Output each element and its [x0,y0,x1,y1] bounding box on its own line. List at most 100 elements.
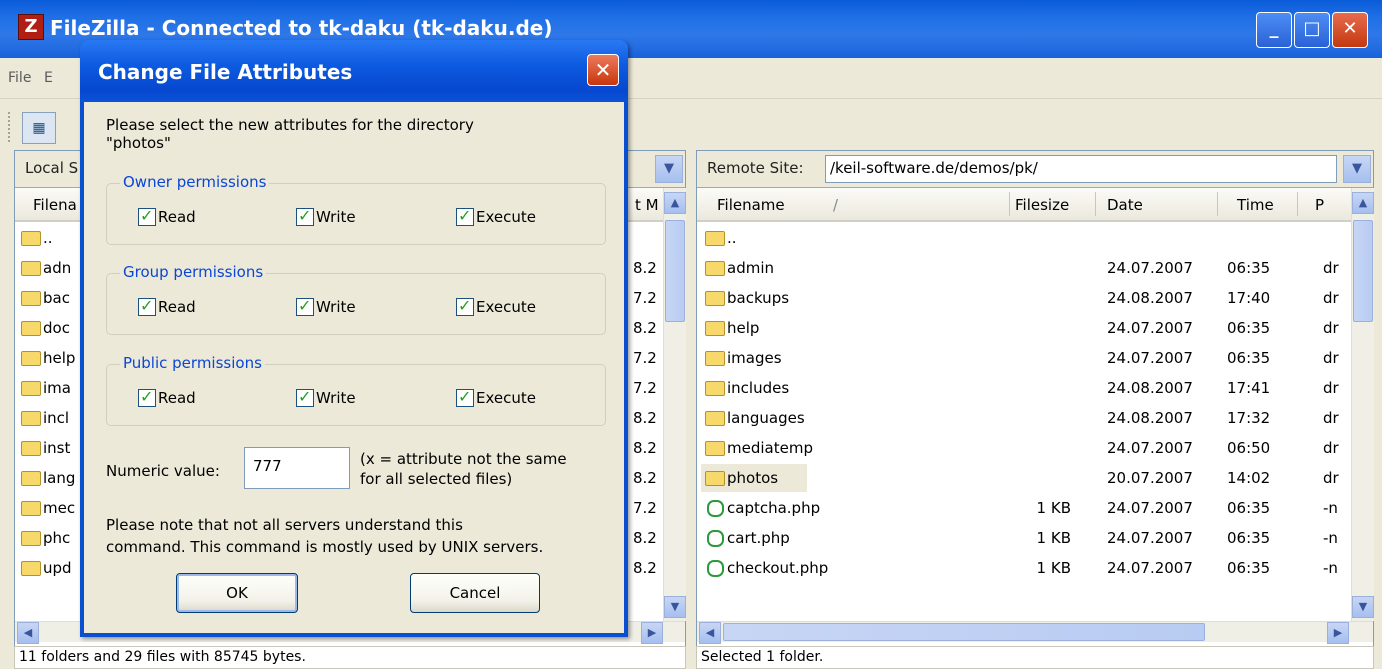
file-date: 24.07.2007 [1107,349,1193,367]
table-row[interactable]: backups 24.08.2007 17:40 dr [697,283,1351,313]
scroll-left-icon[interactable]: ◀ [699,622,721,644]
minimize-icon[interactable]: _ [1256,12,1292,48]
folder-icon [21,381,41,396]
owner-read-checkbox[interactable] [138,206,156,226]
numeric-value-field[interactable]: 777 [244,447,350,489]
table-row[interactable]: captcha.php 1 KB 24.07.2007 06:35 -n [697,493,1351,523]
toolbar-grip[interactable] [8,112,13,142]
remote-col-date[interactable]: Date [1107,196,1143,214]
remote-path-field[interactable]: /keil-software.de/demos/pk/ [825,155,1337,183]
folder-icon [705,291,725,306]
file-permissions: dr [1323,469,1339,487]
scroll-thumb[interactable] [665,220,685,322]
scroll-up-icon[interactable]: ▲ [1352,192,1374,214]
folder-icon [21,261,41,276]
file-date: 24.08.2007 [1107,379,1193,397]
owner-execute-checkbox[interactable] [456,206,474,226]
dialog-intro-line2: "photos" [106,134,171,152]
local-vertical-scrollbar[interactable]: ▲ ▼ [663,188,686,621]
column-divider[interactable] [1009,192,1010,216]
column-divider[interactable] [1297,192,1298,216]
file-modified: 7.2 [633,499,657,517]
public-write-label[interactable]: Write [316,389,356,407]
table-row[interactable]: mediatemp 24.07.2007 06:50 dr [697,433,1351,463]
local-col-modified[interactable]: t M [635,196,659,214]
file-time: 06:35 [1227,559,1271,577]
scroll-down-icon[interactable]: ▼ [664,596,686,618]
public-execute-label[interactable]: Execute [476,389,536,407]
scroll-right-icon[interactable]: ▶ [641,622,663,644]
filezilla-app-icon: Z [18,14,44,40]
remote-col-time[interactable]: Time [1237,196,1274,214]
table-row[interactable]: languages 24.08.2007 17:32 dr [697,403,1351,433]
table-row[interactable]: includes 24.08.2007 17:41 dr [697,373,1351,403]
table-row[interactable]: cart.php 1 KB 24.07.2007 06:35 -n [697,523,1351,553]
public-read-label[interactable]: Read [158,389,196,407]
folder-icon [705,441,725,456]
remote-vertical-scrollbar[interactable]: ▲ ▼ [1351,188,1374,621]
menu-file[interactable]: File [8,70,31,86]
owner-write-checkbox[interactable] [296,206,314,226]
scroll-thumb[interactable] [723,623,1205,641]
folder-icon [705,351,725,366]
ok-button[interactable]: OK [176,573,298,613]
folder-icon [705,381,725,396]
group-write-checkbox[interactable] [296,296,314,316]
file-time: 17:41 [1227,379,1271,397]
folder-icon [21,471,41,486]
chevron-down-icon[interactable]: ▼ [655,155,683,183]
column-divider[interactable] [1217,192,1218,216]
group-write-label[interactable]: Write [316,298,356,316]
close-icon[interactable]: ✕ [587,54,619,86]
dialog-intro-line1: Please select the new attributes for the… [106,116,474,134]
remote-col-permissions[interactable]: P [1315,196,1324,214]
table-row[interactable]: help 24.07.2007 06:35 dr [697,313,1351,343]
close-icon[interactable]: ✕ [1332,12,1368,48]
owner-write-label[interactable]: Write [316,208,356,226]
group-execute-checkbox[interactable] [456,296,474,316]
scroll-up-icon[interactable]: ▲ [664,192,686,214]
group-permissions-label: Group permissions [120,263,267,281]
file-permissions: dr [1323,319,1339,337]
column-divider[interactable] [1095,192,1096,216]
table-row[interactable]: checkout.php 1 KB 24.07.2007 06:35 -n [697,553,1351,583]
site-manager-icon[interactable]: ▦ [22,112,56,144]
table-row[interactable]: .. [697,223,1351,253]
scroll-thumb[interactable] [1353,220,1373,322]
folder-icon [21,561,41,576]
group-execute-label[interactable]: Execute [476,298,536,316]
public-read-checkbox[interactable] [138,387,156,407]
file-permissions: dr [1323,439,1339,457]
dialog-title-bar[interactable]: Change File Attributes ✕ [80,40,628,102]
public-write-checkbox[interactable] [296,387,314,407]
chevron-down-icon[interactable]: ▼ [1343,155,1371,183]
file-name: includes [727,379,790,397]
cancel-button[interactable]: Cancel [410,573,540,613]
owner-read-label[interactable]: Read [158,208,196,226]
table-row[interactable]: images 24.07.2007 06:35 dr [697,343,1351,373]
maximize-icon[interactable]: □ [1294,12,1330,48]
file-name: phc [43,529,71,547]
note-line1: Please note that not all servers underst… [106,516,463,534]
table-row[interactable]: admin 24.07.2007 06:35 dr [697,253,1351,283]
public-execute-checkbox[interactable] [456,387,474,407]
file-name: upd [43,559,72,577]
group-read-label[interactable]: Read [158,298,196,316]
menu-edit[interactable]: E [44,70,53,86]
remote-col-filesize[interactable]: Filesize [1015,196,1069,214]
folder-icon [21,321,41,336]
file-time: 06:50 [1227,439,1271,457]
file-permissions: dr [1323,379,1339,397]
remote-col-filename[interactable]: Filename [717,196,785,214]
file-date: 24.08.2007 [1107,289,1193,307]
remote-horizontal-scrollbar[interactable]: ◀ ▶ [697,621,1373,644]
file-modified: 8.2 [633,469,657,487]
table-row[interactable]: photos 20.07.2007 14:02 dr [697,463,1351,493]
scroll-down-icon[interactable]: ▼ [1352,596,1374,618]
scroll-left-icon[interactable]: ◀ [17,622,39,644]
group-read-checkbox[interactable] [138,296,156,316]
scroll-right-icon[interactable]: ▶ [1327,622,1349,644]
folder-icon [21,291,41,306]
owner-execute-label[interactable]: Execute [476,208,536,226]
local-col-filename[interactable]: Filena [33,196,77,214]
